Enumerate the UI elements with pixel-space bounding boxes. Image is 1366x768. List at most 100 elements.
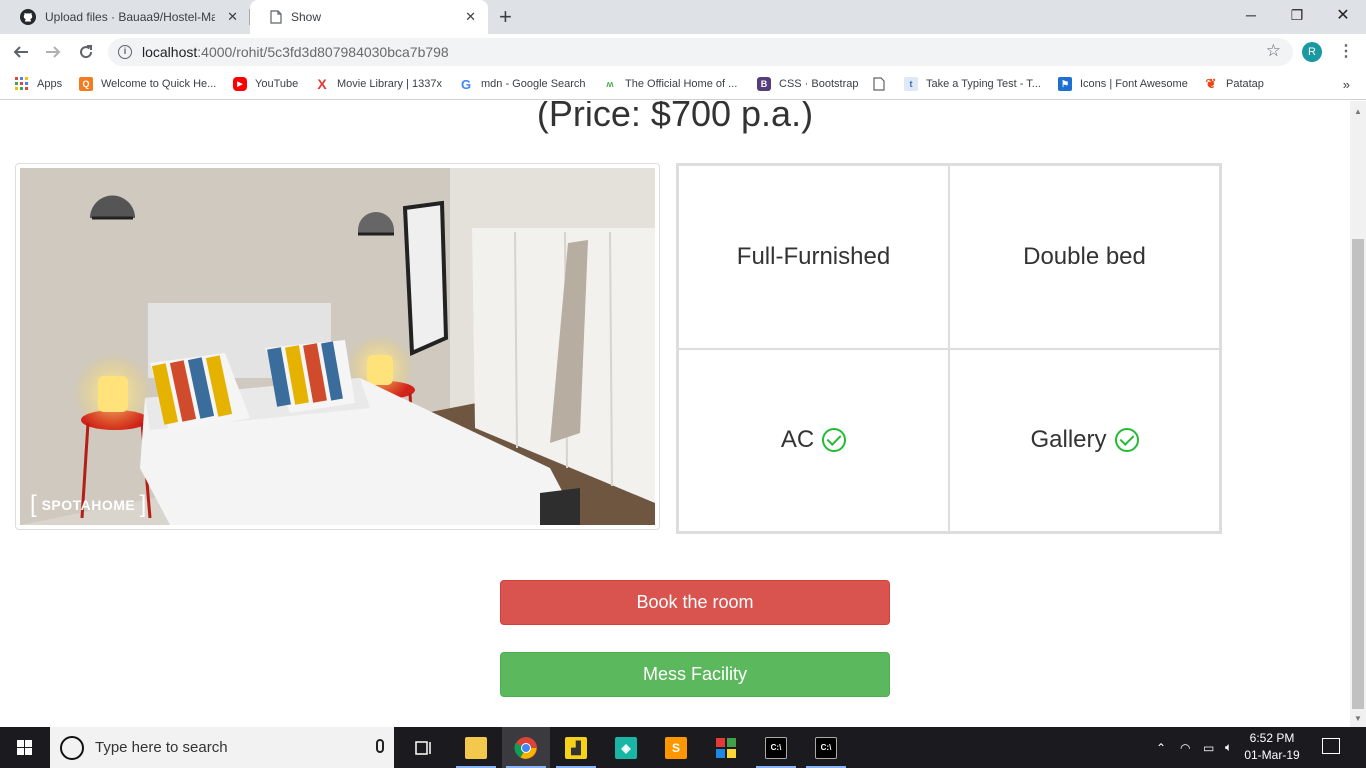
tab-strip: Upload files · Bauaa9/Hostel-Manag ✕ Sho… [0, 0, 1366, 34]
bookmarks-overflow-icon[interactable]: » [1343, 77, 1350, 92]
minimize-button[interactable]: ─ [1228, 0, 1274, 30]
bookmark-mdn-search[interactable]: G mdn - Google Search [459, 76, 586, 92]
profile-avatar[interactable]: R [1302, 42, 1322, 62]
bookmark-official-home[interactable]: ʍ The Official Home of ... [603, 77, 737, 91]
taskbar-file-explorer[interactable] [452, 727, 500, 768]
show-hidden-icons-button[interactable]: ⌃ [1156, 727, 1166, 768]
bookmark-label: Patatap [1226, 78, 1264, 90]
scroll-up-arrow-icon[interactable]: ▲ [1354, 107, 1362, 116]
taskbar-terminal-1[interactable]: C:\ [752, 727, 800, 768]
menu-dots-icon[interactable]: ⋮ [1338, 41, 1354, 61]
url-text: localhost:4000/rohit/5c3fd3d807984030bca… [142, 44, 449, 60]
bookmark-blank[interactable] [873, 77, 885, 91]
bookmark-bootstrap[interactable]: B CSS · Bootstrap [757, 77, 858, 91]
close-tab-icon[interactable]: ✕ [227, 9, 238, 25]
feature-cell-ac: AC [678, 348, 949, 532]
book-room-button[interactable]: Book the room [500, 580, 890, 625]
page-icon [270, 10, 282, 24]
bookmark-youtube[interactable]: ▶ YouTube [233, 77, 298, 91]
github-icon [20, 9, 36, 25]
room-photo: [ SPOTAHOME ] [20, 168, 655, 525]
watermark-logo: [ SPOTAHOME ] [30, 491, 147, 518]
terminal-icon: C:\ [765, 736, 787, 759]
close-window-button[interactable]: ✕ [1320, 0, 1366, 30]
battery-icon[interactable]: ▭ [1203, 727, 1214, 768]
bookmarks-bar: Apps Q Welcome to Quick He... ▶ YouTube … [0, 70, 1366, 100]
tab-title: Show [291, 10, 322, 24]
tab-upload-files[interactable]: Upload files · Bauaa9/Hostel-Manag ✕ [0, 0, 250, 34]
bookmark-label: mdn - Google Search [481, 78, 586, 90]
info-icon[interactable]: i [118, 45, 132, 59]
feature-cell-gallery: Gallery [949, 348, 1220, 532]
taskbar-app-colorful[interactable] [702, 727, 750, 768]
chrome-icon [514, 736, 537, 759]
arrow-left-icon [13, 46, 28, 58]
mm-icon: ʍ [606, 79, 614, 89]
bookmark-label: The Official Home of ... [625, 78, 738, 90]
feature-cell-furnished: Full-Furnished [678, 165, 949, 349]
feature-cell-bed: Double bed [949, 165, 1220, 349]
bookmark-1337x[interactable]: X Movie Library | 1337x [315, 76, 442, 92]
bootstrap-icon: B [757, 77, 771, 91]
url-path: :4000/rohit/5c3fd3d807984030bca7b798 [197, 44, 449, 60]
tab-show[interactable]: Show ✕ [250, 0, 488, 34]
system-clock[interactable]: 6:52 PM 01-Mar-19 [1244, 730, 1300, 764]
bookmark-label: Movie Library | 1337x [337, 78, 442, 90]
sticky-notes-icon: ▟ [565, 736, 587, 759]
microphone-icon[interactable] [376, 739, 384, 753]
bookmark-apps[interactable]: Apps [15, 77, 62, 91]
forward-button[interactable] [42, 41, 64, 63]
task-view-button[interactable] [400, 727, 448, 768]
new-tab-button[interactable]: + [499, 5, 512, 29]
restore-button[interactable]: ❐ [1274, 0, 1320, 30]
google-icon: G [460, 76, 472, 92]
typing-icon: t [904, 77, 918, 91]
search-placeholder: Type here to search [95, 739, 228, 756]
clock-date: 01-Mar-19 [1244, 748, 1300, 762]
taskbar-sticky-notes[interactable]: ▟ [552, 727, 600, 768]
address-bar[interactable]: i localhost:4000/rohit/5c3fd3d807984030b… [108, 38, 1293, 66]
reload-icon [80, 45, 93, 59]
bookmark-label: YouTube [255, 78, 299, 90]
teal-app-icon: ◈ [615, 736, 637, 759]
check-circle-icon [1114, 428, 1139, 453]
blank-page-icon [873, 77, 885, 91]
x-icon: X [317, 76, 327, 92]
youtube-icon: ▶ [233, 77, 247, 91]
url-host: localhost [142, 44, 198, 60]
reload-button[interactable] [75, 41, 97, 63]
bookmark-quickheal[interactable]: Q Welcome to Quick He... [79, 77, 216, 91]
arrow-right-icon [46, 46, 61, 58]
fontawesome-icon: ⚑ [1058, 77, 1072, 91]
taskbar-app-teal[interactable]: ◈ [602, 727, 650, 768]
feature-label: Double bed [1023, 242, 1146, 270]
taskbar-chrome[interactable] [502, 727, 550, 768]
mess-facility-button[interactable]: Mess Facility [500, 652, 890, 697]
start-button[interactable] [0, 727, 48, 768]
browser-toolbar: i localhost:4000/rohit/5c3fd3d807984030b… [0, 34, 1366, 70]
bookmark-typing-test[interactable]: t Take a Typing Test - T... [904, 77, 1041, 91]
bookmark-patatap[interactable]: ❦ Patatap [1204, 76, 1264, 91]
bookmark-star-icon[interactable]: ☆ [1266, 41, 1281, 61]
bookmark-fontawesome[interactable]: ⚑ Icons | Font Awesome [1058, 77, 1188, 91]
volume-icon[interactable]: 🔈︎ [1225, 727, 1232, 768]
page-scrollbar[interactable]: ▲ ▼ [1350, 101, 1366, 727]
task-view-icon [415, 740, 431, 755]
feature-label: Full-Furnished [736, 242, 891, 270]
back-button[interactable] [10, 41, 32, 63]
cortana-icon[interactable] [60, 735, 84, 760]
action-center-icon[interactable] [1322, 738, 1340, 754]
wifi-icon[interactable]: ◠ [1180, 727, 1190, 768]
watermark-text: SPOTAHOME [41, 497, 136, 513]
taskbar-terminal-2[interactable]: C:\ [802, 727, 850, 768]
bookmark-label: Take a Typing Test - T... [926, 78, 1041, 90]
price-heading: (Price: $700 p.a.) [536, 101, 814, 134]
scroll-down-arrow-icon[interactable]: ▼ [1354, 714, 1362, 723]
windows-taskbar: Type here to search ▟ ◈ S C:\ C:\ ⌃ ◠ ▭ … [0, 727, 1366, 768]
close-tab-icon[interactable]: ✕ [465, 9, 476, 25]
scroll-thumb[interactable] [1352, 239, 1364, 709]
features-table: Full-Furnished Double bed AC Gallery [676, 163, 1222, 534]
taskbar-search-box[interactable]: Type here to search [50, 727, 394, 768]
room-image-thumbnail: [ SPOTAHOME ] [15, 163, 660, 530]
taskbar-sublime-text[interactable]: S [652, 727, 700, 768]
